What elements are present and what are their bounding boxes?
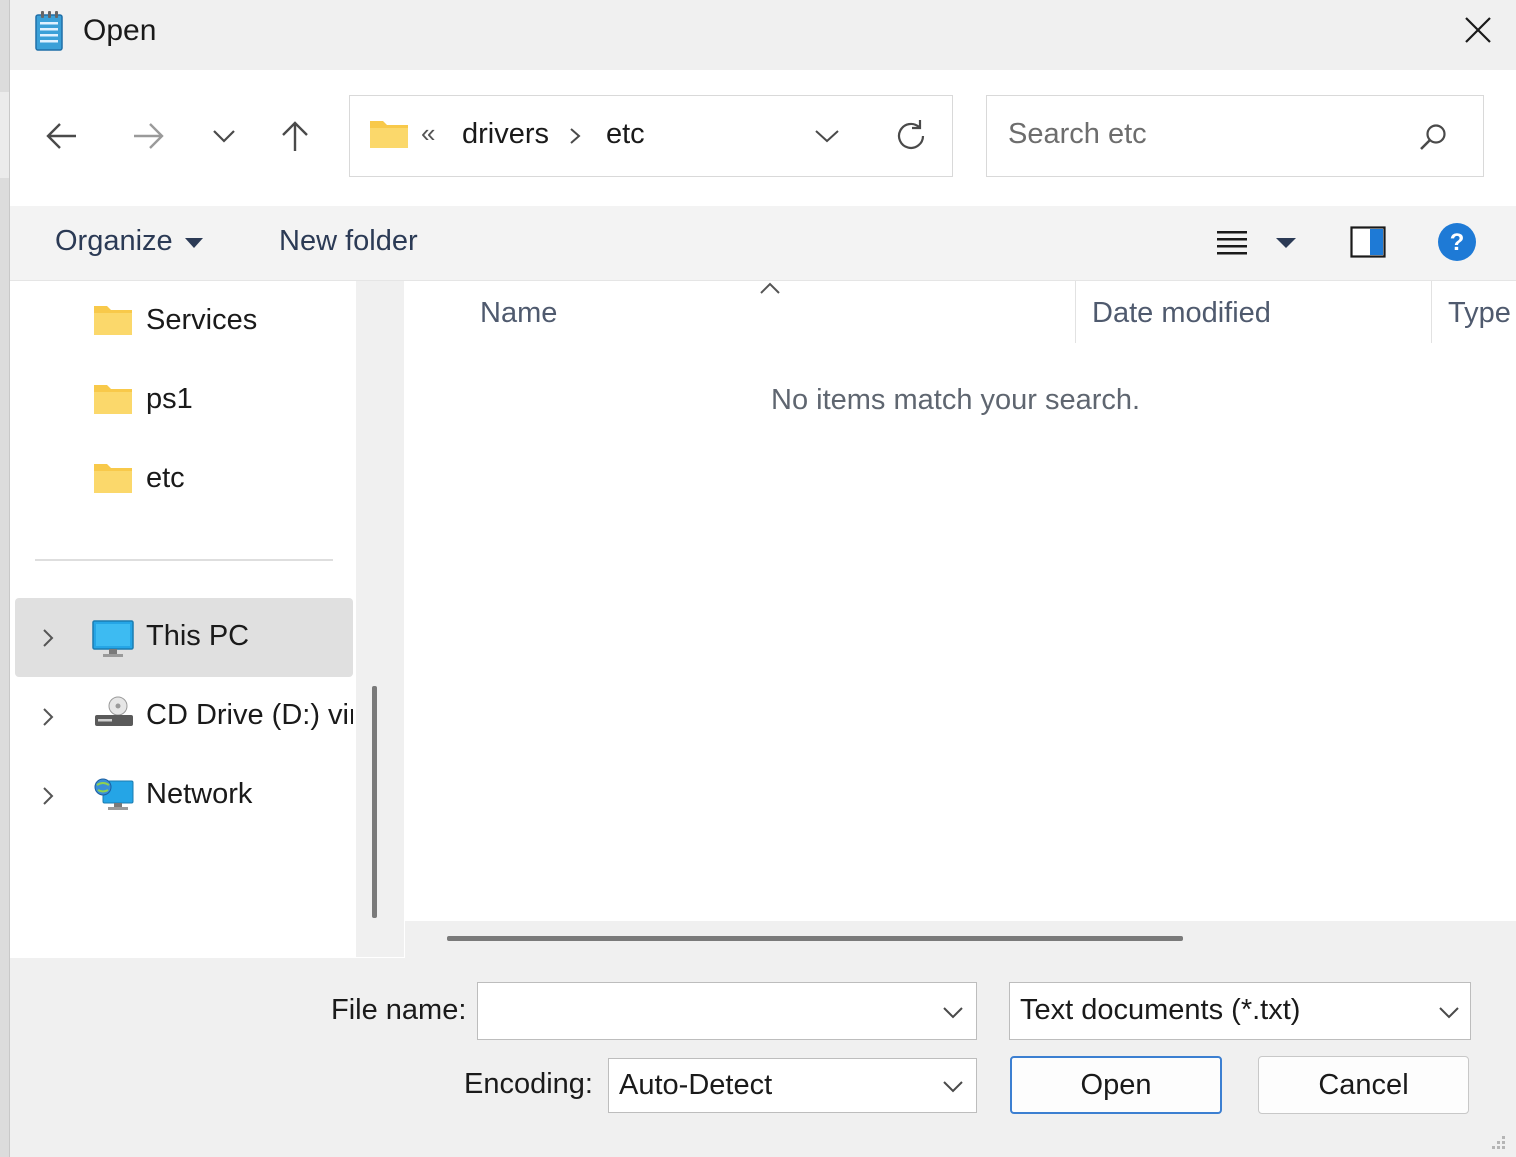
background-window-edge (0, 0, 10, 1157)
nav-item-ps1[interactable]: ps1 (146, 383, 193, 416)
search-icon[interactable] (1417, 121, 1449, 158)
nav-item-network[interactable]: Network (146, 778, 252, 811)
expand-chevron-icon[interactable] (40, 706, 56, 733)
horizontal-scroll-thumb[interactable] (447, 936, 1183, 941)
arrow-left-icon (46, 123, 76, 149)
folder-icon (93, 461, 133, 500)
refresh-icon[interactable] (893, 118, 929, 159)
nav-pane-scroll-thumb[interactable] (372, 686, 377, 918)
encoding-select[interactable]: Auto-Detect (608, 1058, 977, 1113)
breadcrumb-overflow[interactable]: « (421, 118, 435, 149)
chevron-down-icon[interactable] (942, 1079, 964, 1093)
folder-icon (369, 116, 409, 150)
nav-item-services[interactable]: Services (146, 304, 257, 337)
column-divider[interactable] (1431, 281, 1432, 343)
file-type-value: Text documents (*.txt) (1020, 994, 1301, 1026)
address-bar[interactable] (349, 95, 953, 177)
column-divider[interactable] (1075, 281, 1076, 343)
column-header-name[interactable]: Name (480, 297, 557, 330)
column-header-type[interactable]: Type (1448, 297, 1516, 330)
search-input[interactable]: Search etc (1008, 118, 1147, 151)
up-button[interactable] (267, 108, 323, 164)
folder-icon (93, 382, 133, 421)
nav-separator (35, 559, 333, 561)
nav-pane-scrollbar[interactable] (356, 281, 404, 957)
file-name-field[interactable] (477, 982, 977, 1040)
arrow-up-icon (282, 121, 308, 151)
breadcrumb-drivers[interactable]: drivers (462, 118, 549, 151)
chevron-right-icon (568, 126, 582, 151)
forward-button[interactable] (120, 108, 176, 164)
encoding-value: Auto-Detect (619, 1069, 773, 1101)
cd-drive-icon (94, 695, 134, 736)
nav-item-cd-drive[interactable]: CD Drive (D:) vir (146, 699, 353, 732)
resize-grip-icon[interactable] (1488, 1132, 1508, 1157)
view-details-icon[interactable] (1215, 228, 1249, 263)
organize-dropdown-icon (184, 236, 204, 254)
help-icon[interactable]: ? (1437, 222, 1477, 267)
address-dropdown-icon[interactable] (814, 128, 840, 149)
new-folder-button[interactable]: New folder (279, 225, 418, 258)
folder-icon (93, 303, 133, 342)
chevron-down-icon (213, 130, 235, 143)
view-options-dropdown-icon[interactable] (1275, 236, 1297, 254)
window-title: Open (83, 14, 157, 47)
title-bar (10, 0, 1516, 70)
notepad-icon (33, 10, 65, 52)
sort-ascending-icon (759, 281, 781, 300)
monitor-icon (92, 619, 134, 664)
breadcrumb-etc[interactable]: etc (606, 118, 645, 151)
expand-chevron-icon[interactable] (40, 785, 56, 812)
nav-item-etc[interactable]: etc (146, 462, 185, 495)
empty-list-message: No items match your search. (771, 384, 1141, 416)
encoding-label: Encoding: (464, 1068, 593, 1100)
close-button[interactable] (1458, 10, 1498, 50)
file-type-select[interactable]: Text documents (*.txt) (1009, 982, 1471, 1040)
svg-text:?: ? (1450, 229, 1465, 256)
column-header-date-modified[interactable]: Date modified (1092, 297, 1271, 330)
close-icon (1465, 17, 1491, 43)
arrow-right-icon (134, 123, 164, 149)
back-button[interactable] (34, 108, 90, 164)
expand-chevron-icon[interactable] (40, 627, 56, 654)
nav-item-this-pc[interactable]: This PC (146, 620, 249, 653)
open-button[interactable]: Open (1010, 1056, 1222, 1114)
cancel-button[interactable]: Cancel (1258, 1056, 1469, 1114)
chevron-down-icon[interactable] (1438, 1005, 1460, 1019)
recent-locations-button[interactable] (196, 108, 252, 164)
chevron-down-icon[interactable] (942, 1005, 964, 1019)
organize-label: Organize (55, 225, 173, 257)
network-icon (93, 775, 135, 822)
preview-pane-icon[interactable] (1350, 226, 1386, 263)
organize-button[interactable]: Organize (55, 225, 173, 258)
file-name-label: File name: (331, 994, 467, 1026)
file-list[interactable] (405, 281, 1516, 921)
